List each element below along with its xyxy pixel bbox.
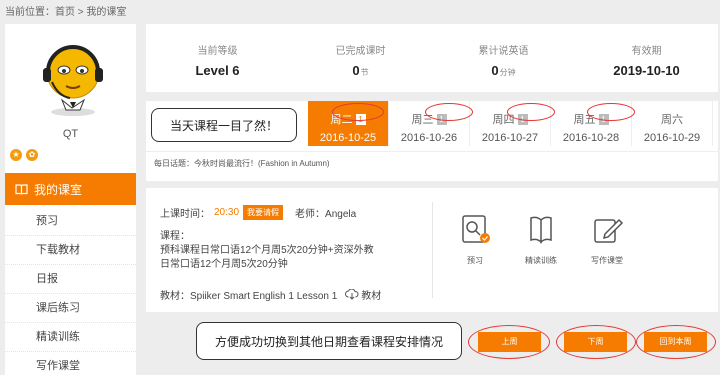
stats-panel: 当前等级 Level 6 已完成课时 0节 累计说英语 0分钟 有效期 2019… [146,24,718,92]
daily-topic: 每日话题：今秋时尚最流行！(Fashion in Autumn) [146,151,718,175]
sidebar-item-label: 我的课室 [34,182,83,197]
sidebar: QT ★ ✿ 我的课室 预习 下载教材 日报 课后练习 精读训练 写作课堂 [5,24,136,375]
callout-bottom: 方便成功切换到其他日期查看课程安排情况 [196,322,462,360]
avatar[interactable] [38,38,108,118]
tab-day-sat[interactable]: 周六 2016-10-29 [632,101,713,146]
stat-level: 当前等级 Level 6 [195,46,240,78]
sidebar-item-daily-report[interactable]: 日报 [5,265,136,294]
sidebar-item-homework[interactable]: 课后练习 [5,294,136,323]
username: QT [62,128,79,140]
callout-top: 当天课程一目了然！ [151,108,297,142]
course-info: 课程： 预科课程日常口语12个月周5次20分钟+资深外教 日常口语12个月周5次… [160,231,374,270]
lesson-time-label: 上课时间： [160,209,210,220]
sidebar-item-preview[interactable]: 预习 [5,207,136,236]
flower-icon[interactable]: ✿ [26,149,38,161]
stat-valid-until: 有效期 2019-10-10 [613,46,680,78]
sidebar-item-writing[interactable]: 写作课堂 [5,352,136,375]
tab-day-tue[interactable]: 周二 1 2016-10-25 [308,101,389,146]
current-week-button[interactable]: 回到本周 [644,332,707,352]
cloud-download-icon [345,289,359,300]
material-label: 教材：Spiiker Smart English 1 Lesson 1 [160,291,338,302]
request-leave-button[interactable]: 我要请假 [243,205,284,220]
preview-icon [462,215,490,243]
teacher-name: 老师：Angela [295,209,357,220]
material-download-link[interactable]: 教材 [345,287,381,302]
tab-day-fri[interactable]: 周五 1 2016-10-28 [551,101,632,146]
breadcrumb: 当前位置：首页 > 我的课室 [5,7,127,18]
stat-completed-lessons: 已完成课时 0节 [335,46,386,78]
tool-preview[interactable]: 预习 [445,214,505,266]
sidebar-item-download[interactable]: 下载教材 [5,236,136,265]
sidebar-item-my-classroom[interactable]: 我的课室 [5,173,136,205]
tool-writing[interactable]: 写作课堂 [577,214,637,266]
next-week-button[interactable]: 下周 [564,332,627,352]
tab-day-thu[interactable]: 周四 1 2016-10-27 [470,101,551,146]
prev-week-button[interactable]: 上周 [478,332,541,352]
open-book-icon [530,216,552,244]
tab-day-wed[interactable]: 周三 1 2016-10-26 [389,101,470,146]
lesson-card: 上课时间： 20:30 我要请假 老师：Angela 课程： 预科课程日常口语1… [146,188,718,312]
lesson-time: 20:30 [214,207,240,218]
book-icon [15,183,28,195]
day-tabs: 周二 1 2016-10-25 周三 1 2016-10-26 周四 1 2016-1… [308,101,713,146]
medal-icon[interactable]: ★ [10,149,22,161]
edit-icon [594,218,624,243]
user-badges: ★ ✿ [10,149,38,161]
tool-intensive-reading[interactable]: 精读训练 [511,214,571,266]
divider [432,202,433,298]
sidebar-item-intensive-reading[interactable]: 精读训练 [5,323,136,352]
stat-speaking-minutes: 累计说英语 0分钟 [478,46,529,78]
sidebar-nav: 预习 下载教材 日报 课后练习 精读训练 写作课堂 [5,207,136,375]
